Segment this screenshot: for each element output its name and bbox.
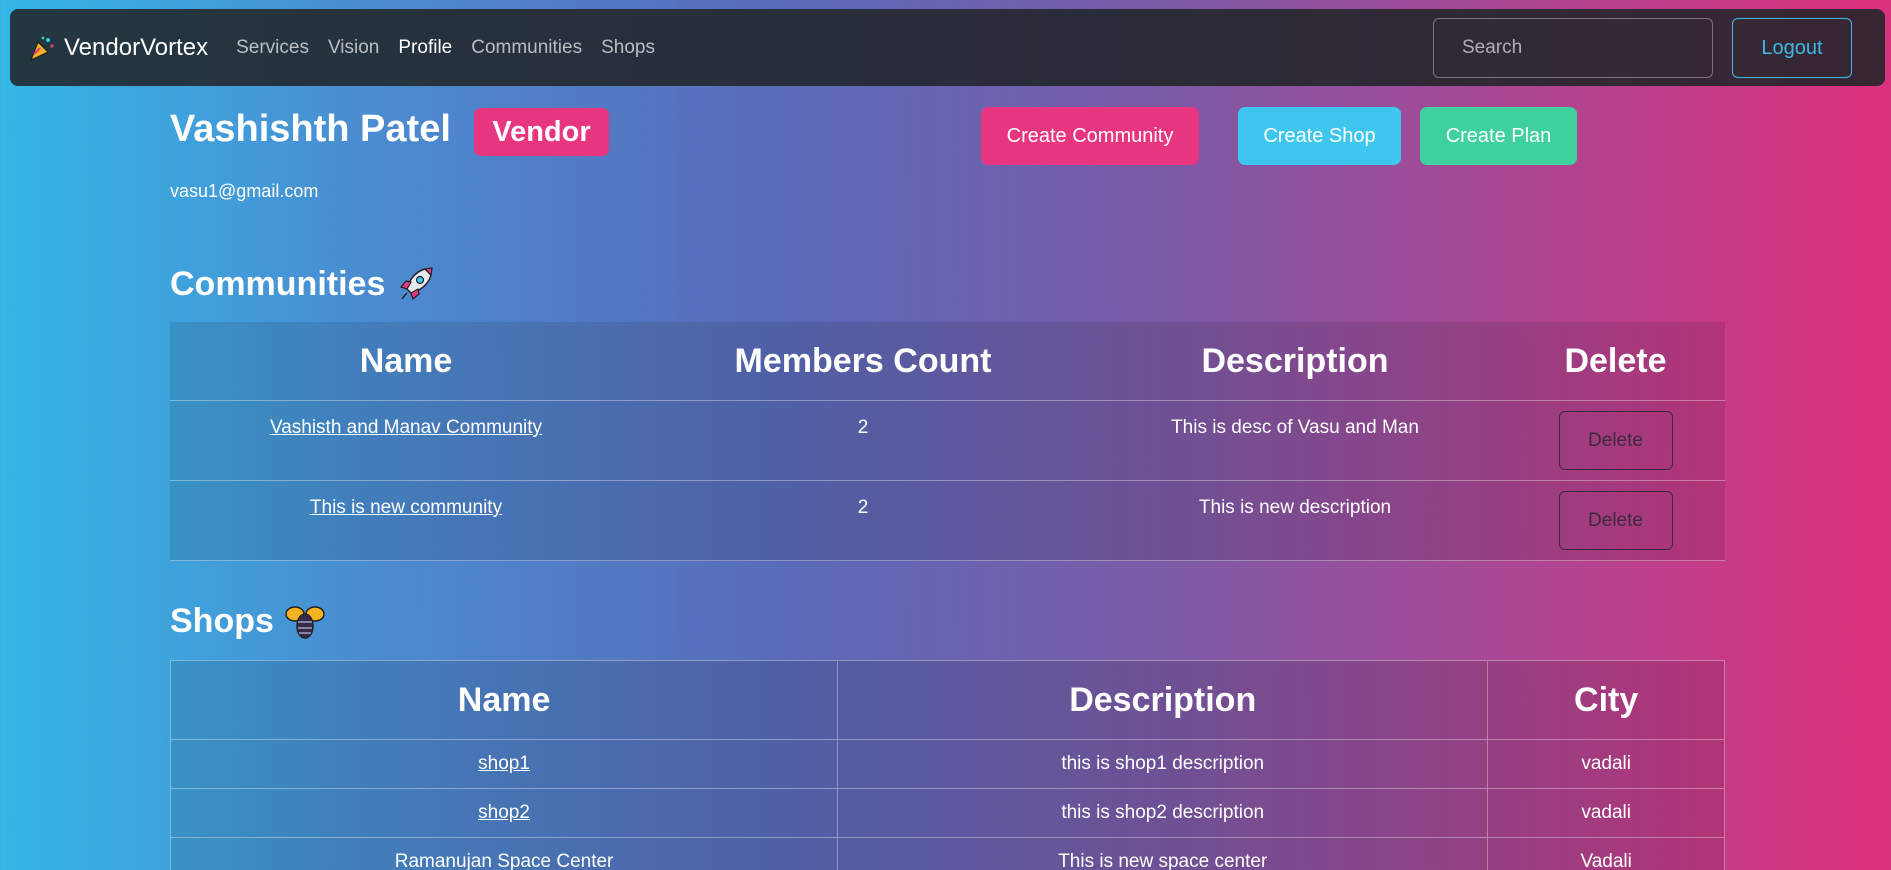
- honeybee-icon: [285, 606, 325, 639]
- shops-title: Shops: [170, 600, 326, 642]
- community-name-cell: This is new community: [170, 481, 642, 560]
- brand-name: VendorVortex: [64, 33, 209, 61]
- rocket-icon: [400, 267, 434, 301]
- community-link[interactable]: This is new community: [310, 497, 502, 518]
- table-header: Name Description City: [171, 661, 1724, 740]
- shop-description-cell: This is new space center: [838, 838, 1489, 870]
- shop-description-cell: this is shop1 description: [838, 740, 1489, 788]
- shops-title-text: Shops: [170, 601, 274, 640]
- nav-links: Services Vision Profile Communities Shop…: [236, 37, 674, 59]
- shop-name-cell: shop2: [171, 789, 839, 837]
- members-count-cell: 2: [857, 417, 869, 438]
- members-count-cell: 2: [857, 497, 869, 518]
- shop-name-cell: Ramanujan Space Center: [171, 838, 839, 870]
- nav-link-vision[interactable]: Vision: [328, 37, 379, 59]
- navbar: VendorVortex Services Vision Profile Com…: [10, 9, 1885, 86]
- table-row: shop1 this is shop1 description vadali: [171, 740, 1724, 789]
- table-row: Vashisth and Manav Community 2 This is d…: [170, 401, 1725, 481]
- communities-title: Communities: [170, 263, 437, 305]
- shop-link[interactable]: shop2: [478, 802, 530, 824]
- description-cell: This is desc of Vasu and Man: [1171, 417, 1419, 438]
- column-header: City: [1574, 680, 1639, 719]
- party-popper-icon: [29, 36, 54, 61]
- table-header: Name Members Count Description Delete: [170, 322, 1725, 401]
- shop-city-cell: vadali: [1581, 802, 1631, 823]
- shop-city-cell: Vadali: [1580, 851, 1632, 870]
- communities-table: Name Members Count Description Delete Va…: [170, 322, 1725, 561]
- create-plan-button[interactable]: Create Plan: [1420, 107, 1577, 165]
- table-row: This is new community 2 This is new desc…: [170, 481, 1725, 561]
- shop-name-cell: shop1: [171, 740, 839, 788]
- column-header: Delete: [1564, 341, 1667, 380]
- nav-link-communities[interactable]: Communities: [471, 37, 582, 59]
- table-row: shop2 this is shop2 description vadali: [171, 789, 1724, 838]
- nav-link-profile[interactable]: Profile: [398, 37, 452, 59]
- community-link[interactable]: Vashisth and Manav Community: [270, 417, 542, 438]
- nav-link-shops[interactable]: Shops: [601, 37, 655, 59]
- column-header: Description: [1201, 341, 1389, 380]
- delete-cell: Delete: [1506, 481, 1725, 560]
- communities-title-text: Communities: [170, 264, 386, 303]
- shop-description-cell: this is shop2 description: [838, 789, 1489, 837]
- delete-button[interactable]: Delete: [1558, 491, 1673, 550]
- community-name-cell: Vashisth and Manav Community: [170, 401, 642, 480]
- column-header: Description: [838, 661, 1489, 739]
- role-badge: Vendor: [474, 108, 609, 156]
- shop-name-text: Ramanujan Space Center: [394, 851, 614, 870]
- brand[interactable]: VendorVortex: [28, 34, 208, 62]
- description-cell: This is new description: [1198, 497, 1392, 518]
- delete-button[interactable]: Delete: [1558, 411, 1673, 470]
- nav-link-services[interactable]: Services: [236, 37, 309, 59]
- column-header: Name: [171, 661, 839, 739]
- shop-city-cell: vadali: [1581, 753, 1631, 774]
- shop-link[interactable]: shop1: [478, 753, 530, 775]
- create-community-button[interactable]: Create Community: [981, 107, 1199, 165]
- create-shop-button[interactable]: Create Shop: [1238, 107, 1401, 165]
- profile-name: Vashishth Patel: [170, 108, 451, 150]
- search-input[interactable]: [1433, 18, 1713, 78]
- delete-cell: Delete: [1506, 401, 1725, 480]
- profile-email: vasu1@gmail.com: [170, 181, 319, 201]
- column-header: Name: [359, 341, 453, 380]
- table-row: Ramanujan Space Center This is new space…: [171, 838, 1724, 870]
- logout-button[interactable]: Logout: [1732, 18, 1852, 78]
- column-header: Members Count: [734, 341, 992, 380]
- shops-table: Name Description City shop1 this is shop…: [170, 660, 1725, 870]
